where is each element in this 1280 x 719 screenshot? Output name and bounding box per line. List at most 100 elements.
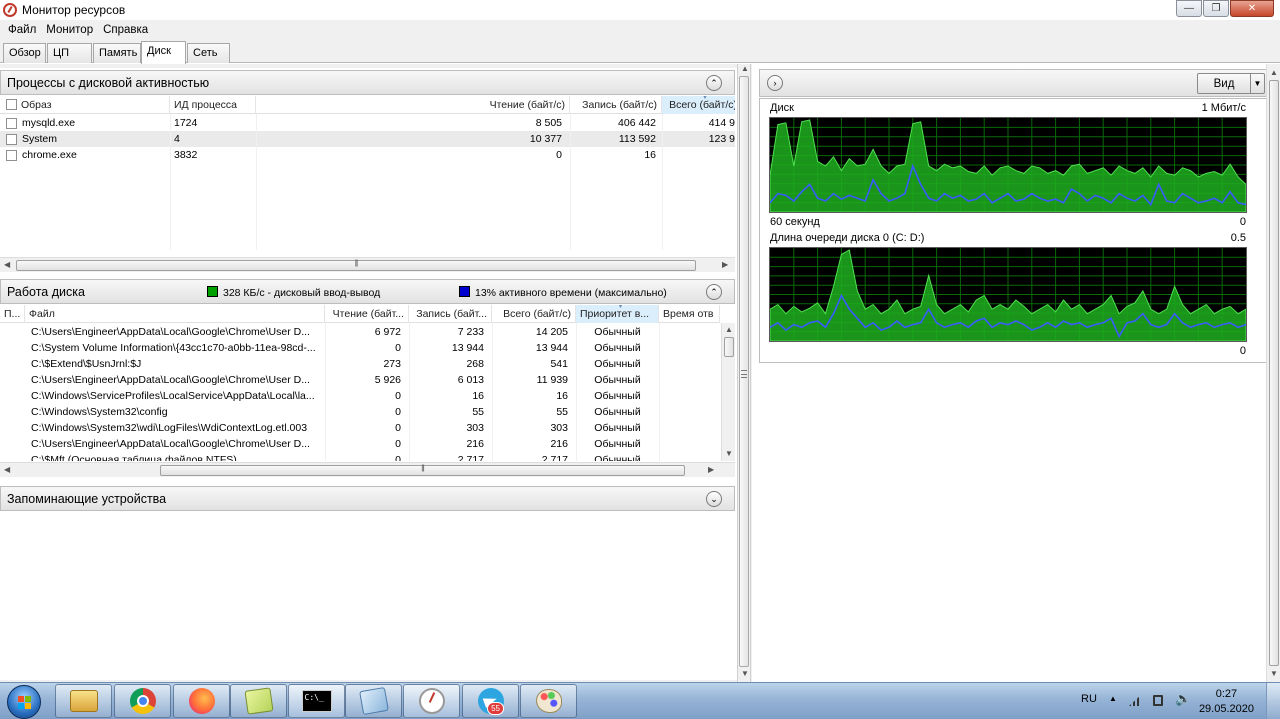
table-row[interactable]: C:\Users\Engineer\AppData\Local\Google\C…	[0, 372, 720, 388]
taskbar-resource-monitor[interactable]	[403, 684, 460, 718]
storage-title: Запоминающие устройства	[7, 491, 167, 506]
scroll-thumb[interactable]	[16, 260, 696, 271]
scroll-up-icon[interactable]: ▲	[725, 325, 733, 334]
scroll-thumb[interactable]	[724, 337, 734, 357]
power-icon[interactable]	[1153, 695, 1163, 706]
col-response-time[interactable]: Время отв	[659, 305, 720, 323]
start-button[interactable]	[7, 685, 41, 719]
table-row[interactable]: C:\$Extend\$UsnJrnl:$J 273 268 541 Обычный	[0, 356, 720, 372]
expand-graphs-button[interactable]: ›	[767, 75, 783, 91]
tab-overview[interactable]: Обзор	[3, 43, 46, 63]
network-icon[interactable]	[1129, 695, 1141, 706]
clock[interactable]: 0:27 29.05.2020	[1199, 687, 1254, 717]
col-priority[interactable]: ▼ Приоритет в...	[576, 305, 659, 323]
row-checkbox[interactable]	[6, 118, 17, 129]
taskbar-chrome[interactable]	[114, 684, 171, 718]
table-row[interactable]: C:\System Volume Information\{43cc1c70-a…	[0, 340, 720, 356]
scroll-thumb[interactable]	[160, 465, 685, 476]
table-row[interactable]: C:\Users\Engineer\AppData\Local\Google\C…	[0, 436, 720, 452]
tab-cpu[interactable]: ЦП	[47, 43, 92, 63]
select-all-checkbox[interactable]	[6, 99, 17, 110]
disk-hscrollbar[interactable]: ◀ ▶	[0, 462, 735, 477]
maximize-button[interactable]: ❐	[1203, 0, 1229, 17]
col-disk-write[interactable]: Запись (байт...	[409, 305, 492, 323]
minimize-button[interactable]: —	[1176, 0, 1202, 17]
expand-storage-button[interactable]: ⌄	[706, 491, 722, 507]
taskbar-cmd[interactable]: C:\_	[288, 684, 345, 718]
dropdown-arrow-icon[interactable]: ▼	[1250, 74, 1264, 93]
tab-memory[interactable]: Память	[93, 43, 141, 63]
scroll-down-icon[interactable]: ▼	[725, 449, 733, 458]
table-row[interactable]: C:\$Mft (Основная таблица файлов NTFS) 0 2…	[0, 452, 720, 461]
processes-header[interactable]: Процессы с дисковой активностью ⌃	[0, 70, 735, 95]
menu-file[interactable]: Файл	[3, 24, 41, 36]
col-image[interactable]: Образ	[0, 96, 170, 114]
col-pid-short[interactable]: П...	[0, 305, 25, 323]
taskbar-explorer[interactable]	[55, 684, 112, 718]
col-disk-read[interactable]: Чтение (байт...	[325, 305, 409, 323]
table-row[interactable]: chrome.exe 3832 0 16	[0, 147, 735, 163]
scroll-left-icon[interactable]: ◀	[4, 465, 10, 474]
table-row[interactable]: C:\Windows\ServiceProfiles\LocalService\…	[0, 388, 720, 404]
close-button[interactable]: ✕	[1230, 0, 1274, 17]
taskbar-firefox[interactable]	[173, 684, 230, 718]
col-total[interactable]: ▼ Всего (байт/с)	[662, 96, 735, 114]
disk-priority: Обычный	[594, 326, 641, 338]
volume-icon[interactable]: 🔈	[1175, 691, 1191, 707]
row-checkbox[interactable]	[6, 150, 17, 161]
graphs-header: › Вид ▼	[759, 69, 1273, 97]
processes-title: Процессы с дисковой активностью	[7, 75, 210, 90]
menu-help[interactable]: Справка	[98, 24, 153, 36]
process-read: 8 505	[535, 117, 562, 129]
col-read[interactable]: Чтение (байт/с)	[256, 96, 570, 114]
tab-disk[interactable]: Диск	[141, 41, 186, 64]
disk-file: C:\Windows\ServiceProfiles\LocalService\…	[31, 390, 315, 402]
pane-splitter[interactable]: ▲ ▼	[737, 64, 751, 682]
collapse-processes-button[interactable]: ⌃	[706, 75, 722, 91]
tab-network[interactable]: Сеть	[187, 43, 230, 63]
table-row[interactable]: C:\Windows\System32\config 0 55 55 Обычный	[0, 404, 720, 420]
scroll-up-icon[interactable]: ▲	[741, 64, 749, 73]
menu-monitor[interactable]: Монитор	[41, 24, 98, 36]
taskbar-paint[interactable]	[520, 684, 577, 718]
disk-activity-header[interactable]: Работа диска 328 КБ/с - дисковый ввод-вы…	[0, 279, 735, 304]
scroll-thumb[interactable]	[1269, 80, 1279, 666]
row-checkbox[interactable]	[6, 134, 17, 145]
view-button[interactable]: Вид ▼	[1197, 73, 1265, 94]
process-pid: 4	[174, 133, 180, 145]
scroll-up-icon[interactable]: ▲	[1270, 68, 1278, 77]
col-file[interactable]: Файл	[25, 305, 325, 323]
scroll-right-icon[interactable]: ▶	[722, 260, 728, 269]
taskbar-notepad[interactable]	[345, 684, 402, 718]
table-row[interactable]: C:\Users\Engineer\AppData\Local\Google\C…	[0, 324, 720, 340]
disk-read: 0	[395, 342, 401, 354]
scroll-right-icon[interactable]: ▶	[708, 465, 714, 474]
folder-icon	[69, 690, 98, 712]
storage-header[interactable]: Запоминающие устройства ⌄	[0, 486, 735, 511]
window-controls: — ❐ ✕	[1176, 0, 1274, 17]
show-hidden-icons-icon[interactable]: ▲	[1109, 694, 1117, 703]
disk-write: 55	[472, 406, 484, 418]
col-write[interactable]: Запись (байт/с)	[570, 96, 662, 114]
disk-vscrollbar[interactable]: ▲ ▼	[721, 323, 735, 461]
scroll-down-icon[interactable]: ▼	[1270, 669, 1278, 678]
scroll-down-icon[interactable]: ▼	[741, 669, 749, 678]
collapse-disk-activity-button[interactable]: ⌃	[706, 284, 722, 300]
table-row[interactable]: C:\Windows\System32\wdi\LogFiles\WdiCont…	[0, 420, 720, 436]
taskbar-sticky-notes[interactable]	[230, 684, 287, 718]
table-row[interactable]: System 4 10 377 113 592 123 9	[0, 131, 735, 147]
graphs-vscrollbar[interactable]: ▲ ▼	[1266, 64, 1280, 682]
show-desktop-button[interactable]	[1266, 683, 1280, 719]
firefox-icon	[188, 688, 215, 714]
processes-hscrollbar[interactable]: ◀ ▶	[0, 257, 735, 272]
col-disk-total[interactable]: Всего (байт/с)	[492, 305, 576, 323]
col-pid[interactable]: ИД процесса	[170, 96, 256, 114]
scroll-left-icon[interactable]: ◀	[4, 260, 10, 269]
disk-file: C:\Users\Engineer\AppData\Local\Google\C…	[31, 374, 310, 386]
table-row[interactable]: mysqld.exe 1724 8 505 406 442 414 9	[0, 115, 735, 131]
taskbar-telegram[interactable]: 55	[462, 684, 519, 718]
disk-file: C:\System Volume Information\{43cc1c70-a…	[31, 342, 316, 354]
disk-write: 216	[466, 438, 484, 450]
language-indicator[interactable]: RU	[1081, 693, 1097, 705]
process-image: System	[22, 133, 58, 145]
